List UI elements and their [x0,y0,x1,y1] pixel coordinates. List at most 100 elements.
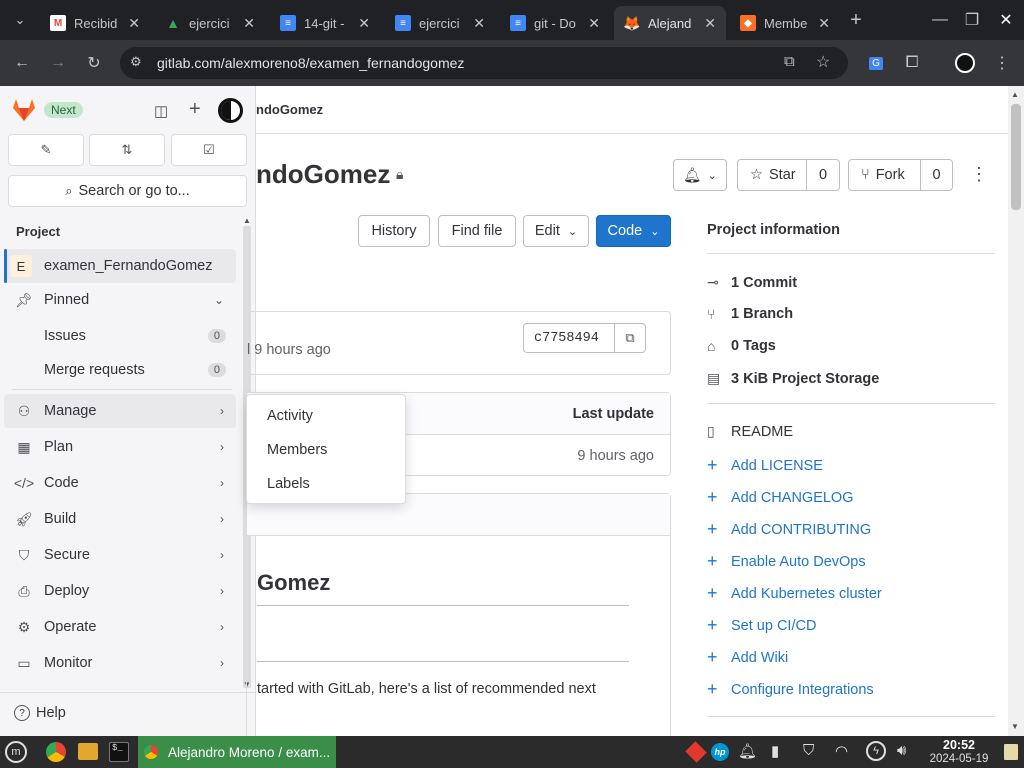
commits-link[interactable]: ⊸ 1 Commit [707,274,797,291]
scroll-up-icon[interactable]: ▲ [243,216,251,225]
user-avatar[interactable] [218,98,243,123]
scrollbar-thumb[interactable] [1011,104,1021,210]
tab-search-chevron-icon[interactable]: ⌄ [6,6,34,34]
sidebar-item-deploy[interactable]: ⎙ Deploy › [4,574,236,608]
close-tab-icon[interactable]: ✕ [704,15,716,32]
browser-tab-active[interactable]: 🦊 Alejand ✕ [614,6,726,40]
add-license-link[interactable]: + Add LICENSE [707,455,823,476]
commit-sha-button[interactable]: c7758494 ⧉ [523,323,646,353]
address-bar[interactable]: ⚙ gitlab.com/alexmoreno8/examen_fernando… [120,47,848,79]
clipboard-icon[interactable]: ▮ [771,742,779,760]
terminal-icon[interactable]: $_ [109,742,129,762]
browser-tab[interactable]: ▲ ejercici ✕ [155,6,265,40]
fork-button[interactable]: ⑂ Fork [848,159,921,191]
tags-link[interactable]: ⌂ 0 Tags [707,338,776,354]
close-window-icon[interactable]: ✕ [992,6,1020,34]
branches-link[interactable]: ⑂ 1 Branch [707,306,793,322]
sidebar-item-secure[interactable]: ⛉ Secure › [4,538,236,572]
issues-shortcut-icon[interactable]: ✎ [8,134,84,166]
scroll-down-icon[interactable]: ▼ [1011,722,1019,731]
enable-auto-devops-link[interactable]: + Enable Auto DevOps [707,551,866,572]
mint-menu-icon[interactable]: m [5,741,27,763]
sidebar-item-code[interactable]: </> Code › [4,466,236,500]
forward-arrow-icon[interactable]: → [44,49,72,77]
extensions-puzzle-icon[interactable]: ⧠ [898,49,926,77]
file-manager-icon[interactable] [78,743,98,760]
gitlab-logo-icon[interactable] [10,96,38,124]
clock-time[interactable]: 20:52 [928,738,990,752]
back-arrow-icon[interactable]: ← [8,49,36,77]
clock-date[interactable]: 2024-05-19 [924,753,994,765]
close-tab-icon[interactable]: ✕ [818,15,830,32]
browser-menu-icon[interactable]: ⋮ [988,49,1016,77]
notifications-bell-icon[interactable]: 🔔︎ [738,742,757,760]
site-settings-icon[interactable]: ⚙ [130,54,142,70]
page-scrollbar[interactable]: ▲ ▼ [1008,86,1024,736]
star-button[interactable]: ☆ Star [737,159,807,191]
merge-requests-shortcut-icon[interactable]: ⇅ [89,134,165,166]
find-file-button[interactable]: Find file [438,215,516,247]
next-badge[interactable]: Next [44,102,83,118]
sidebar-item-operate[interactable]: ⚙ Operate › [4,610,236,644]
anydesk-icon[interactable] [685,741,707,763]
browser-tab[interactable]: M Recibid ✕ [40,6,150,40]
add-kubernetes-cluster-link[interactable]: + Add Kubernetes cluster [707,583,882,604]
add-wiki-link[interactable]: + Add Wiki [707,647,788,668]
history-button[interactable]: History [358,215,430,247]
todo-shortcut-icon[interactable]: ☑ [171,134,247,166]
sidebar-item-build[interactable]: 🚀︎ Build › [4,502,236,536]
project-link[interactable]: E examen_FernandoGomez [4,249,236,283]
hp-icon[interactable]: hp [711,743,729,761]
help-button[interactable]: ? Help [14,705,66,721]
sidebar-item-issues[interactable]: Issues 0 [4,319,236,353]
code-dropdown-button[interactable]: Code ⌄ [596,215,671,247]
install-app-icon[interactable]: ⧉ [784,53,795,70]
add-changelog-link[interactable]: + Add CHANGELOG [707,487,854,508]
close-tab-icon[interactable]: ✕ [473,15,485,32]
notifications-button[interactable]: 🔔︎ ⌄ [673,159,727,191]
browser-tab[interactable]: ◆ Membe ✕ [730,6,840,40]
new-tab-plus-icon[interactable]: + [842,6,870,34]
close-tab-icon[interactable]: ✕ [128,15,140,32]
minimize-window-icon[interactable]: — [926,6,954,34]
sidebar-item-plan[interactable]: ▦ Plan › [4,430,236,464]
close-tab-icon[interactable]: ✕ [358,15,370,32]
profile-avatar-icon[interactable] [951,49,979,77]
storage-link[interactable]: ▤ 3 KiB Project Storage [707,370,879,387]
create-new-plus-icon[interactable]: + [189,98,201,121]
star-count[interactable]: 0 [806,159,840,191]
fork-count[interactable]: 0 [920,159,953,191]
browser-tab[interactable]: ≡ git - Do ✕ [500,6,610,40]
wifi-icon[interactable]: ◠ [835,742,848,760]
flyout-item-activity[interactable]: Activity [251,399,401,433]
reload-icon[interactable]: ↻ [80,49,108,77]
volume-icon[interactable]: 🔊︎ [897,742,906,759]
maximize-window-icon[interactable]: ❐ [958,6,986,34]
configure-integrations-link[interactable]: + Configure Integrations [707,679,874,700]
scroll-up-icon[interactable]: ▲ [1011,90,1019,99]
google-translate-icon[interactable]: G [862,49,890,77]
shield-tray-icon[interactable]: ⛉ [803,742,814,759]
collapse-sidebar-icon[interactable]: ◫ [154,102,168,120]
power-mode-icon[interactable]: ϟ [866,741,886,761]
bookmark-star-icon[interactable]: ☆ [816,52,830,72]
show-desktop-icon[interactable] [1004,744,1018,760]
search-button[interactable]: ⌕ Search or go to... [8,175,247,207]
url-text[interactable]: gitlab.com/alexmoreno8/examen_fernandogo… [157,55,464,71]
set-up-ci-cd-link[interactable]: + Set up CI/CD [707,615,816,636]
browser-tab[interactable]: ≡ ejercici ✕ [385,6,495,40]
sidebar-item-manage[interactable]: ⚇ Manage › [4,394,236,428]
sidebar-item-merge-requests[interactable]: Merge requests 0 [4,353,236,387]
chrome-launcher-icon[interactable] [46,742,66,762]
breadcrumb[interactable]: ndoGomez [256,102,323,117]
add-contributing-link[interactable]: + Add CONTRIBUTING [707,519,871,540]
readme-link[interactable]: ▯ README [707,423,793,440]
flyout-item-members[interactable]: Members [251,433,401,467]
close-tab-icon[interactable]: ✕ [588,15,600,32]
flyout-item-labels[interactable]: Labels [251,467,401,501]
browser-tab[interactable]: ≡ 14-git - ✕ [270,6,380,40]
close-tab-icon[interactable]: ✕ [243,15,255,32]
pinned-section-toggle[interactable]: 📌︎ Pinned ⌄ [4,283,236,317]
copy-icon[interactable]: ⧉ [614,324,645,352]
edit-dropdown-button[interactable]: Edit ⌄ [523,215,589,247]
